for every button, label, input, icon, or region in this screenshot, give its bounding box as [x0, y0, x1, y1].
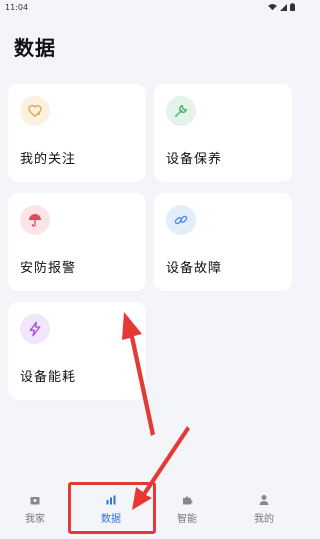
nav-item-smart[interactable]: 智能 [157, 494, 217, 534]
heart-icon [20, 96, 50, 126]
link-icon [166, 205, 196, 235]
signal-icon [280, 3, 287, 11]
battery-icon [290, 3, 295, 11]
annotation-highlight-box [68, 482, 156, 534]
card-label: 安防报警 [20, 261, 77, 276]
home-icon [30, 497, 40, 505]
nav-item-mine[interactable]: 我的 [234, 494, 294, 534]
card-device-energy[interactable]: 设备能耗 [8, 302, 146, 400]
page-title: 数据 [14, 36, 56, 60]
status-time: 11:04 [5, 2, 29, 12]
card-label: 设备能耗 [20, 370, 77, 385]
status-bar: 11:04 [0, 0, 300, 14]
lightning-icon [20, 314, 50, 344]
person-icon [259, 495, 269, 505]
card-label: 设备故障 [166, 261, 223, 276]
nav-label: 我家 [25, 514, 45, 525]
nav-label: 智能 [177, 514, 197, 525]
puzzle-icon [183, 496, 193, 505]
nav-label: 我的 [254, 514, 274, 525]
nav-item-home[interactable]: 我家 [5, 494, 65, 534]
card-security-alarm[interactable]: 安防报警 [8, 193, 146, 291]
wifi-icon [268, 3, 277, 10]
umbrella-icon [20, 205, 50, 235]
card-label: 我的关注 [20, 152, 77, 167]
card-my-follow[interactable]: 我的关注 [8, 84, 146, 182]
status-icons [268, 3, 295, 11]
card-device-maintenance[interactable]: 设备保养 [154, 84, 292, 182]
card-device-fault[interactable]: 设备故障 [154, 193, 292, 291]
wrench-icon [166, 96, 196, 126]
card-label: 设备保养 [166, 152, 223, 167]
